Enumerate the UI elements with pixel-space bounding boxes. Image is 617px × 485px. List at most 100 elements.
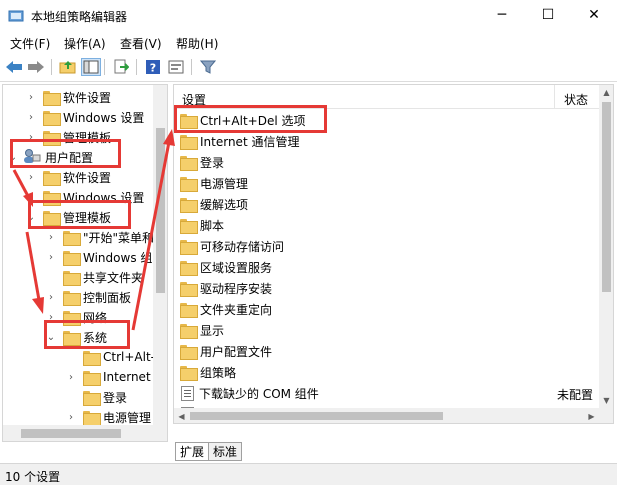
- tree-vertical-scrollbar[interactable]: [153, 85, 167, 425]
- scroll-left-arrow-icon[interactable]: ◀: [174, 408, 189, 423]
- back-arrow-icon[interactable]: [4, 58, 24, 76]
- folder-icon: [180, 324, 198, 339]
- tab-standard[interactable]: 标准: [209, 442, 243, 461]
- list-item-label: 区域设置服务: [200, 261, 273, 275]
- tree-item[interactable]: › 电源管理: [65, 407, 151, 427]
- tree-item[interactable]: › 软件设置: [25, 167, 111, 187]
- tree-item-label: Ctrl+Alt-: [103, 350, 155, 364]
- folder-icon: [83, 370, 101, 386]
- folder-icon: [43, 90, 61, 106]
- view-tabs: 扩展 标准: [175, 442, 243, 461]
- folder-icon: [180, 240, 198, 255]
- menu-action[interactable]: 操作(A): [64, 35, 106, 52]
- chevron-right-icon[interactable]: [45, 267, 57, 287]
- tree-item[interactable]: › Windows 设置: [25, 107, 144, 127]
- list-horizontal-scrollbar[interactable]: ◀ ▶: [174, 408, 599, 423]
- list-item[interactable]: 显示: [174, 320, 599, 341]
- folder-icon: [83, 350, 101, 366]
- scrollbar-corner: [153, 425, 167, 441]
- scrollbar-corner: [599, 408, 613, 423]
- list-item[interactable]: 驱动程序安装: [174, 278, 599, 299]
- list-item-label: 用户配置文件: [200, 345, 273, 359]
- settings-list-pane[interactable]: 设置 状态 Ctrl+Alt+Del 选项 Internet 通信管理 登录 电源管理…: [173, 84, 614, 424]
- tree-item[interactable]: › 软件设置: [25, 87, 111, 107]
- folder-icon: [63, 270, 81, 286]
- chevron-right-icon[interactable]: [65, 347, 77, 367]
- folder-icon: [43, 170, 61, 186]
- chevron-right-icon[interactable]: ›: [45, 287, 57, 307]
- chevron-right-icon[interactable]: ›: [65, 407, 77, 427]
- folder-icon: [180, 219, 198, 234]
- scroll-down-arrow-icon[interactable]: ▼: [599, 393, 613, 408]
- list-item-label: 组策略: [200, 366, 237, 380]
- chevron-right-icon[interactable]: ›: [45, 227, 57, 247]
- list-item-status: 未配置: [557, 388, 594, 402]
- tree-item[interactable]: › 控制面板: [45, 287, 131, 307]
- scroll-up-arrow-icon[interactable]: ▲: [599, 85, 613, 100]
- svg-text:?: ?: [150, 62, 156, 75]
- chevron-right-icon[interactable]: ›: [25, 107, 37, 127]
- list-item-label: 显示: [200, 324, 225, 338]
- chevron-right-icon[interactable]: ›: [45, 247, 57, 267]
- chevron-right-icon[interactable]: ›: [25, 167, 37, 187]
- tree-item[interactable]: Ctrl+Alt-: [65, 347, 155, 367]
- list-item[interactable]: Internet 通信管理: [174, 131, 599, 152]
- highlight-system: [44, 320, 130, 349]
- list-item-label: 驱动程序安装: [200, 282, 273, 296]
- list-item-label: 缓解选项: [200, 198, 249, 212]
- close-button[interactable]: ✕: [571, 0, 617, 30]
- tree-horizontal-scrollbar[interactable]: [3, 425, 153, 441]
- tree-item[interactable]: › Internet: [65, 367, 151, 387]
- menu-view[interactable]: 查看(V): [120, 35, 162, 52]
- list-item[interactable]: 电源管理: [174, 173, 599, 194]
- tree-item-label: Windows 设置: [63, 110, 145, 125]
- folder-icon: [180, 156, 198, 171]
- tree-item-label: Internet: [103, 370, 151, 384]
- folder-icon: [180, 345, 198, 360]
- list-item[interactable]: 脚本: [174, 215, 599, 236]
- policy-setting-icon: [181, 386, 194, 401]
- list-item[interactable]: 组策略: [174, 362, 599, 383]
- forward-arrow-icon[interactable]: [26, 58, 46, 76]
- list-item[interactable]: 缓解选项: [174, 194, 599, 215]
- chevron-right-icon[interactable]: ›: [65, 367, 77, 387]
- menu-help[interactable]: 帮助(H): [176, 35, 218, 52]
- minimize-button[interactable]: ─: [479, 0, 525, 30]
- tree-item[interactable]: 登录: [65, 387, 127, 407]
- list-item-label: 脚本: [200, 219, 225, 233]
- list-item[interactable]: 登录: [174, 152, 599, 173]
- chevron-right-icon[interactable]: [65, 387, 77, 407]
- window-title: 本地组策略编辑器: [31, 10, 128, 24]
- tab-extended[interactable]: 扩展: [175, 442, 210, 461]
- tree-item[interactable]: 共享文件夹: [45, 267, 143, 287]
- folder-icon: [180, 261, 198, 276]
- list-item[interactable]: 可移动存储访问: [174, 236, 599, 257]
- filter-icon[interactable]: [198, 58, 218, 76]
- properties-icon[interactable]: [166, 58, 186, 76]
- folder-icon: [180, 303, 198, 318]
- tree-item-label: 电源管理: [103, 410, 152, 425]
- navigation-tree[interactable]: › 软件设置 › Windows 设置 › 管理模板 ⌄ 用户配置 › 软件设置 › Windows …: [2, 84, 168, 442]
- column-header-status[interactable]: 状态: [564, 91, 588, 108]
- list-item[interactable]: 用户配置文件: [174, 341, 599, 362]
- show-hide-tree-icon[interactable]: [81, 58, 101, 76]
- chevron-right-icon[interactable]: ›: [25, 87, 37, 107]
- maximize-button[interactable]: ☐: [525, 0, 571, 30]
- tree-item[interactable]: › "开始"菜单和: [45, 227, 154, 247]
- list-vertical-scrollbar[interactable]: ▲ ▼: [599, 85, 613, 408]
- up-folder-icon[interactable]: [58, 58, 78, 76]
- menu-file[interactable]: 文件(F): [10, 35, 50, 52]
- export-list-icon[interactable]: [111, 58, 131, 76]
- list-item[interactable]: 下载缺少的 COM 组件 未配置: [174, 383, 599, 404]
- tree-item[interactable]: › Windows 组: [45, 247, 152, 267]
- toolbar-separator: [191, 59, 192, 75]
- toolbar-separator: [136, 59, 137, 75]
- status-bar: 10 个设置: [0, 463, 617, 485]
- list-item[interactable]: 区域设置服务: [174, 257, 599, 278]
- list-item[interactable]: 文件夹重定向: [174, 299, 599, 320]
- highlight-admin-templates: [28, 200, 131, 229]
- list-item-label: 登录: [200, 156, 225, 170]
- help-icon[interactable]: ?: [143, 58, 163, 76]
- scroll-right-arrow-icon[interactable]: ▶: [584, 408, 599, 423]
- list-item-label: 下载缺少的 COM 组件: [199, 387, 319, 401]
